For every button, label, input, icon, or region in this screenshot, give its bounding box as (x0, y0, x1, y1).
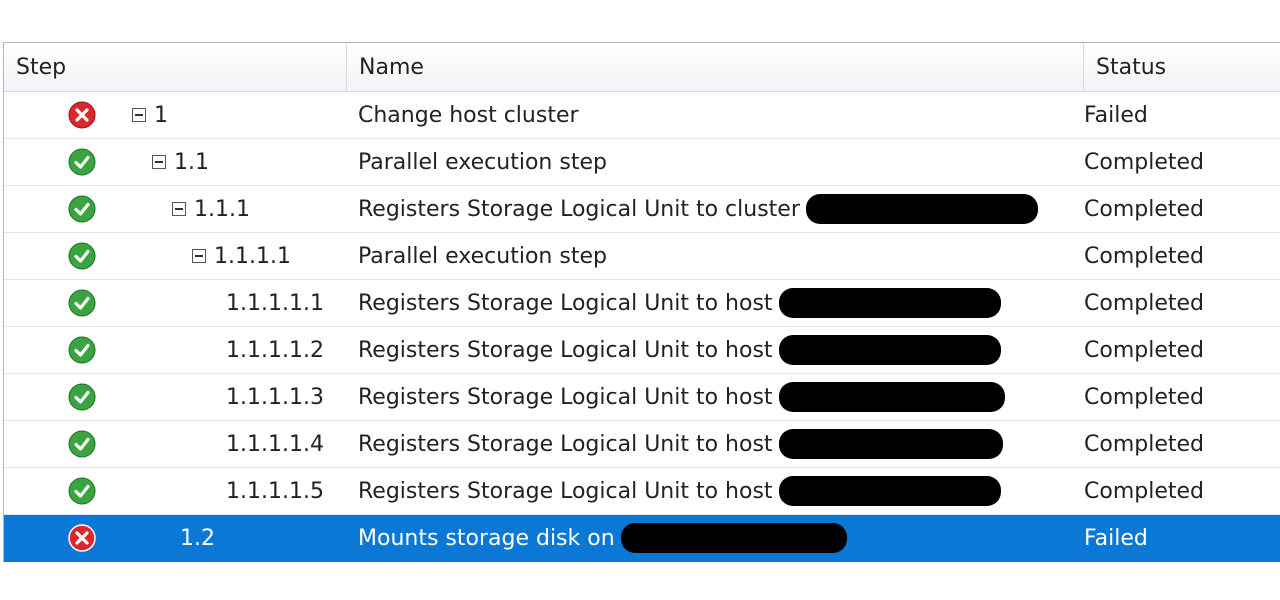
status-cell: Completed (1084, 421, 1204, 467)
redaction-mark (778, 335, 1001, 365)
column-header-name-label: Name (359, 54, 424, 80)
table-row[interactable]: 1.1.1.1.4 Registers Storage Logical Unit… (4, 421, 1280, 468)
step-name: Parallel execution step (358, 149, 607, 175)
name-cell: Registers Storage Logical Unit to host (358, 421, 1003, 467)
name-cell: Registers Storage Logical Unit to host (358, 327, 1001, 373)
table-row[interactable]: 1.1.1.1.3 Registers Storage Logical Unit… (4, 374, 1280, 421)
step-status: Completed (1084, 431, 1204, 457)
step-cell: 1.1.1.1.1 (4, 280, 324, 326)
step-number: 1.1.1 (194, 196, 250, 222)
column-header-name[interactable]: Name (347, 43, 1084, 91)
status-cell: Completed (1084, 233, 1204, 279)
step-name: Mounts storage disk on (358, 525, 615, 551)
status-cell: Failed (1084, 515, 1148, 561)
name-cell: Registers Storage Logical Unit to host (358, 374, 1005, 420)
step-number: 1.1.1.1.2 (226, 337, 324, 363)
table-row[interactable]: 1.1.1.1 Parallel execution step Complete… (4, 233, 1280, 280)
step-cell: 1.1.1.1.3 (4, 374, 324, 420)
step-number: 1.1.1.1.1 (226, 290, 324, 316)
step-status: Completed (1084, 337, 1204, 363)
name-cell: Parallel execution step (358, 139, 607, 185)
redaction-mark (778, 382, 1005, 412)
step-name: Registers Storage Logical Unit to cluste… (358, 196, 800, 222)
name-cell: Mounts storage disk on (358, 515, 847, 561)
column-header-step-label: Step (16, 54, 67, 80)
collapse-toggle[interactable] (192, 249, 206, 263)
redaction-mark (805, 194, 1038, 224)
check-icon (68, 242, 96, 270)
steps-grid: Step Name Status 1 Change host cluster F… (3, 42, 1280, 562)
step-status: Completed (1084, 243, 1204, 269)
step-status: Completed (1084, 290, 1204, 316)
step-status: Completed (1084, 196, 1204, 222)
step-status: Failed (1084, 525, 1148, 551)
status-cell: Completed (1084, 280, 1204, 326)
name-cell: Parallel execution step (358, 233, 607, 279)
column-header-step[interactable]: Step (4, 43, 347, 91)
step-cell: 1.1.1.1.2 (4, 327, 324, 373)
step-number: 1.1.1.1.4 (226, 431, 324, 457)
step-status: Completed (1084, 478, 1204, 504)
step-name: Registers Storage Logical Unit to host (358, 431, 773, 457)
step-cell: 1.1.1.1.4 (4, 421, 324, 467)
step-status: Completed (1084, 149, 1204, 175)
name-cell: Registers Storage Logical Unit to cluste… (358, 186, 1038, 232)
status-cell: Completed (1084, 327, 1204, 373)
step-cell: 1.2 (180, 515, 215, 561)
column-header-status-label: Status (1096, 54, 1167, 80)
name-cell: Registers Storage Logical Unit to host (358, 280, 1001, 326)
name-cell: Registers Storage Logical Unit to host (358, 468, 1001, 514)
status-cell: Completed (1084, 374, 1204, 420)
step-status: Failed (1084, 102, 1148, 128)
collapse-toggle[interactable] (152, 155, 166, 169)
status-cell: Completed (1084, 468, 1204, 514)
step-name: Registers Storage Logical Unit to host (358, 478, 773, 504)
table-row[interactable]: 1.1.1.1.1 Registers Storage Logical Unit… (4, 280, 1280, 327)
step-name: Parallel execution step (358, 243, 607, 269)
step-number: 1 (154, 102, 168, 128)
step-cell: 1.1.1 (172, 186, 250, 232)
step-number: 1.1 (174, 149, 209, 175)
collapse-toggle[interactable] (172, 202, 186, 216)
check-icon (68, 148, 96, 176)
collapse-toggle[interactable] (132, 108, 146, 122)
step-cell: 1.1 (152, 139, 209, 185)
redaction-mark (620, 523, 847, 553)
step-name: Registers Storage Logical Unit to host (358, 290, 773, 316)
column-header-status[interactable]: Status (1084, 43, 1280, 91)
status-cell: Completed (1084, 139, 1204, 185)
step-status: Completed (1084, 384, 1204, 410)
table-row[interactable]: 1.1 Parallel execution step Completed (4, 139, 1280, 186)
check-icon (68, 195, 96, 223)
error-icon (68, 524, 96, 552)
redaction-mark (778, 476, 1001, 506)
name-cell: Change host cluster (358, 92, 579, 138)
step-name: Change host cluster (358, 102, 579, 128)
redaction-mark (778, 288, 1001, 318)
table-row[interactable]: 1.1.1 Registers Storage Logical Unit to … (4, 186, 1280, 233)
step-number: 1.1.1.1.3 (226, 384, 324, 410)
table-row[interactable]: 1.1.1.1.2 Registers Storage Logical Unit… (4, 327, 1280, 374)
step-cell: 1.1.1.1.5 (4, 468, 324, 514)
step-number: 1.1.1.1.5 (226, 478, 324, 504)
status-cell: Failed (1084, 92, 1148, 138)
step-number: 1.1.1.1 (214, 243, 291, 269)
error-icon (68, 101, 96, 129)
status-cell: Completed (1084, 186, 1204, 232)
step-cell: 1.1.1.1 (192, 233, 291, 279)
table-row-selected[interactable]: 1.2 Mounts storage disk on Failed (4, 515, 1280, 562)
step-name: Registers Storage Logical Unit to host (358, 337, 773, 363)
table-row[interactable]: 1.1.1.1.5 Registers Storage Logical Unit… (4, 468, 1280, 515)
step-number: 1.2 (180, 525, 215, 551)
grid-header: Step Name Status (4, 43, 1280, 92)
redaction-mark (778, 429, 1003, 459)
table-row[interactable]: 1 Change host cluster Failed (4, 92, 1280, 139)
step-name: Registers Storage Logical Unit to host (358, 384, 773, 410)
step-cell: 1 (132, 92, 168, 138)
